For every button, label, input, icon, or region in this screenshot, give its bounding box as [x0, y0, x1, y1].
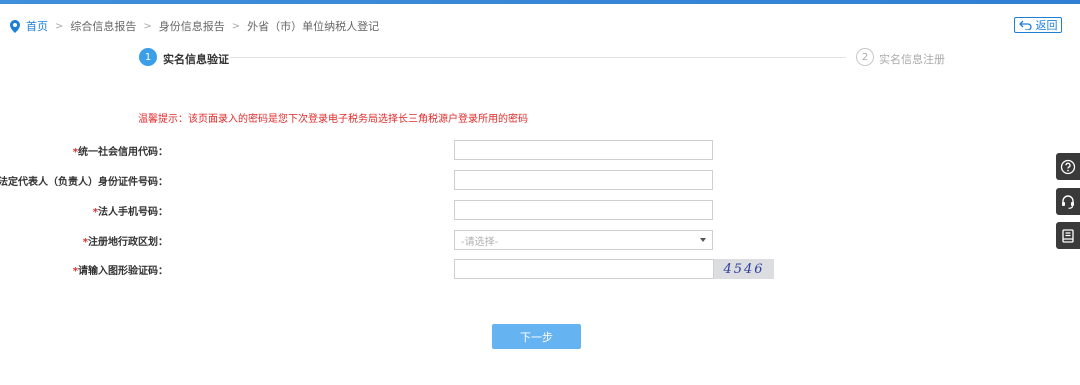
- phone-label: 法人手机号码：: [98, 207, 168, 218]
- field-label: *注册地行政区划：: [83, 233, 168, 248]
- form-row-region: *注册地行政区划： -请选择-: [0, 230, 800, 250]
- region-select[interactable]: -请选择-: [454, 230, 713, 250]
- help-icon: [1060, 159, 1076, 174]
- customer-service-icon: [1062, 194, 1074, 209]
- form-row-legal-rep-id: *法定代表人（负责人）身份证件号码：: [0, 170, 800, 190]
- breadcrumb-separator: >: [231, 20, 241, 32]
- field-label: *法人手机号码：: [93, 203, 168, 218]
- step-1-label: 实名信息验证: [163, 53, 229, 66]
- side-tool-manual[interactable]: [1056, 222, 1080, 249]
- side-tool-help[interactable]: [1056, 153, 1080, 180]
- field-label: *统一社会信用代码：: [73, 143, 168, 158]
- back-button[interactable]: 返回: [1014, 17, 1062, 33]
- back-arrow-icon: [1018, 20, 1032, 30]
- captcha-input[interactable]: [454, 259, 714, 279]
- captcha-image[interactable]: 4546: [714, 259, 774, 279]
- back-button-label: 返回: [1035, 19, 1058, 32]
- step-progress-line: [230, 57, 846, 58]
- captcha-label: 请输入图形验证码：: [78, 266, 168, 277]
- breadcrumb-separator: >: [143, 20, 152, 32]
- step-2-circle: 2: [856, 48, 874, 66]
- step-1-circle: 1: [139, 48, 157, 66]
- warning-tip: 温馨提示：该页面录入的密码是您下次登录电子税务局选择长三角税源户登录所用的密码: [138, 114, 528, 125]
- form-row-credit-code: *统一社会信用代码：: [0, 140, 800, 160]
- step-2-label: 实名信息注册: [879, 53, 945, 66]
- field-label: *请输入图形验证码：: [73, 262, 168, 277]
- breadcrumb-home[interactable]: 首页: [26, 18, 48, 34]
- manual-icon: [1062, 228, 1074, 243]
- breadcrumb-identity-report[interactable]: 身份信息报告: [159, 18, 225, 34]
- breadcrumb-separator: >: [55, 20, 64, 32]
- legal-rep-id-label: 法定代表人（负责人）身份证件号码：: [0, 177, 168, 188]
- chevron-down-icon: [700, 238, 706, 242]
- form-row-phone: *法人手机号码：: [0, 200, 800, 220]
- breadcrumb-comprehensive-report[interactable]: 综合信息报告: [70, 18, 136, 34]
- legal-rep-id-input[interactable]: [454, 170, 713, 190]
- breadcrumb-current-page: 外省（市）单位纳税人登记: [247, 20, 380, 33]
- form-row-captcha: *请输入图形验证码： 4546: [0, 259, 800, 279]
- top-accent-bar: [0, 0, 1080, 4]
- breadcrumb: 首页 > 综合信息报告 > 身份信息报告 > 外省（市）单位纳税人登记: [10, 18, 379, 34]
- region-label: 注册地行政区划：: [88, 237, 168, 248]
- credit-code-input[interactable]: [454, 140, 713, 160]
- side-tool-service[interactable]: [1056, 188, 1080, 215]
- next-step-button[interactable]: 下一步: [492, 324, 581, 349]
- region-select-value: -请选择-: [461, 236, 499, 248]
- credit-code-label: 统一社会信用代码：: [78, 147, 168, 158]
- location-pin-icon: [10, 19, 20, 33]
- phone-input[interactable]: [454, 200, 713, 220]
- field-label: *法定代表人（负责人）身份证件号码：: [0, 173, 168, 188]
